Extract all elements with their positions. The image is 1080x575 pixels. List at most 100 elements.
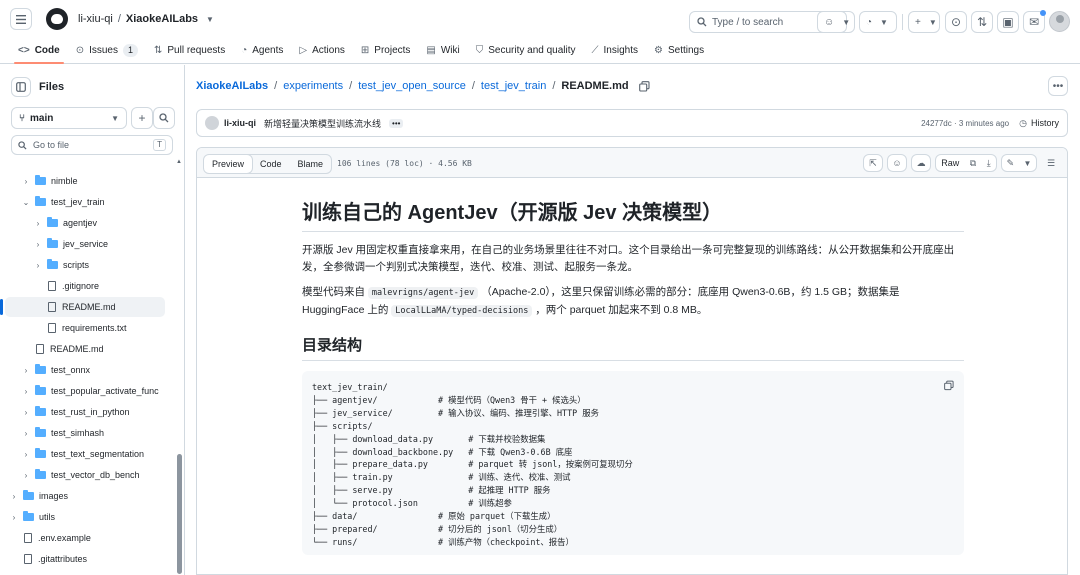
tab-preview[interactable]: Preview (204, 155, 254, 173)
tree-folder-item[interactable]: › test_onnx (5, 360, 165, 380)
tab-issues[interactable]: ⊙ Issues 1 (68, 38, 146, 63)
tree-file-item[interactable]: .env.example (5, 528, 165, 548)
open-symbols-icon[interactable]: ⇱ (863, 154, 883, 172)
tree-folder-item[interactable]: › test_text_segmentation (5, 444, 165, 464)
agents-menu-button[interactable]: ◔ ▼ (859, 11, 897, 33)
tree-folder-item[interactable]: › test_vector_db_bench (5, 465, 165, 485)
chevron-right-icon[interactable]: › (21, 366, 31, 375)
folder-icon (35, 406, 46, 416)
repositories-icon[interactable]: ▣ (997, 11, 1019, 33)
collapse-sidebar-icon[interactable] (11, 77, 31, 97)
sidebar-scrollbar[interactable]: ▲ (175, 159, 182, 575)
menu-icon[interactable] (10, 8, 32, 30)
go-to-file-placeholder: Go to file (33, 140, 70, 150)
copilot-button[interactable]: ☺ ▼ (817, 11, 855, 33)
tab-code[interactable]: <> Code (10, 38, 68, 64)
chevron-right-icon[interactable]: › (21, 471, 31, 480)
tree-folder-item[interactable]: › test_popular_activate_func (5, 381, 165, 401)
org-link[interactable]: XiaokeAILabs (126, 13, 198, 25)
tab-insights[interactable]: ⟋ Insights (584, 38, 646, 63)
breadcrumb-link[interactable]: experiments (283, 80, 343, 92)
tab-wiki[interactable]: ▤ Wiki (418, 38, 467, 63)
tree-file-item[interactable]: README.md (0, 297, 165, 317)
commit-author[interactable]: li-xiu-qi (224, 118, 256, 128)
tree-folder-item[interactable]: › nimble (5, 171, 165, 191)
tree-file-item[interactable]: .gitignore (5, 276, 165, 296)
tab-agents[interactable]: ◔ Agents (233, 38, 291, 63)
tab-label: Actions (312, 45, 345, 56)
file-breadcrumb: XiaokeAILabs / experiments / test_jev_op… (196, 80, 650, 92)
tree-file-item[interactable]: requirements.txt (5, 318, 165, 338)
issues-icon[interactable]: ⊙ (945, 11, 967, 33)
commit-sha-time[interactable]: 24277dc · 3 minutes ago (921, 119, 1009, 128)
user-avatar[interactable] (1049, 11, 1070, 32)
folder-icon (35, 364, 46, 374)
scroll-up-icon[interactable]: ▲ (176, 159, 182, 165)
tree-folder-item[interactable]: ⌄ test_jev_train (5, 192, 165, 212)
chevron-down-icon[interactable]: ▼ (206, 15, 214, 24)
tree-folder-item[interactable]: › agentjev (5, 213, 165, 233)
chevron-right-icon[interactable]: › (21, 177, 31, 186)
expand-commit-icon[interactable]: ••• (389, 118, 404, 128)
breadcrumb-link[interactable]: test_jev_train (481, 80, 546, 92)
copy-path-icon[interactable] (638, 80, 650, 92)
pencil-icon[interactable]: ✎ (1007, 158, 1015, 169)
copilot-icon[interactable]: ☺ (887, 154, 907, 172)
code-icon: <> (18, 45, 30, 56)
tab-security[interactable]: ⛉ Security and quality (468, 38, 584, 63)
folder-icon (35, 448, 46, 458)
chevron-right-icon[interactable]: › (33, 240, 43, 249)
tree-folder-item[interactable]: › jev_service (5, 234, 165, 254)
tab-settings[interactable]: ⚙ Settings (646, 38, 712, 63)
avatar[interactable] (205, 116, 219, 130)
chevron-down-icon[interactable]: ⌄ (21, 198, 31, 207)
section-heading: 环境 (302, 571, 964, 574)
scrollbar-thumb[interactable] (177, 454, 182, 574)
tree-item-label: test_simhash (51, 428, 105, 438)
chevron-right-icon[interactable]: › (21, 387, 31, 396)
create-new-button[interactable]: + ▼ (908, 11, 940, 33)
breadcrumb-link[interactable]: test_jev_open_source (358, 80, 466, 92)
chevron-right-icon[interactable]: › (21, 429, 31, 438)
cloud-icon[interactable]: ☁ (911, 154, 931, 172)
chevron-right-icon[interactable]: › (21, 408, 31, 417)
chevron-right-icon[interactable]: › (9, 513, 19, 522)
copy-raw-icon[interactable]: ⧉ (970, 158, 976, 169)
tab-code-view[interactable]: Code (252, 155, 290, 173)
tree-folder-item[interactable]: › test_simhash (5, 423, 165, 443)
file-icon (48, 302, 56, 312)
chevron-right-icon[interactable]: › (21, 450, 31, 459)
tree-file-item[interactable]: README.md (5, 339, 165, 359)
tree-folder-item[interactable]: › images (5, 486, 165, 506)
copy-icon[interactable] (944, 380, 954, 391)
tree-folder-item[interactable]: › utils (5, 507, 165, 527)
history-button[interactable]: ◷ History (1019, 118, 1059, 129)
download-icon[interactable]: ⤓ (987, 158, 991, 169)
tree-item-label: test_rust_in_python (51, 407, 130, 417)
go-to-file-input[interactable]: Go to file T (11, 135, 173, 155)
folder-icon (47, 217, 58, 227)
chevron-right-icon[interactable]: › (33, 219, 43, 228)
tab-pull-requests[interactable]: ⇅ Pull requests (146, 38, 233, 63)
chevron-down-icon[interactable]: ▼ (1023, 159, 1031, 168)
branch-selector[interactable]: ⑂ main ▼ (11, 107, 127, 129)
commit-message[interactable]: 新增轻量决策模型训练流水线 (264, 117, 381, 130)
folder-icon (35, 427, 46, 437)
tab-actions[interactable]: ▷ Actions (291, 38, 353, 63)
tree-folder-item[interactable]: › scripts (5, 255, 165, 275)
chevron-right-icon[interactable]: › (33, 261, 43, 270)
chevron-right-icon[interactable]: › (9, 492, 19, 501)
search-files-button[interactable] (153, 107, 175, 129)
raw-button[interactable]: Raw (941, 158, 959, 168)
tree-file-item[interactable]: .gitattributes (5, 549, 165, 569)
github-logo-icon[interactable] (46, 8, 68, 30)
tab-projects[interactable]: ⊞ Projects (353, 38, 419, 63)
breadcrumb-link[interactable]: XiaokeAILabs (196, 80, 268, 92)
more-options-icon[interactable]: ••• (1048, 76, 1068, 96)
owner-link[interactable]: li-xiu-qi (78, 13, 113, 25)
add-file-button[interactable]: + (131, 107, 153, 129)
tree-folder-item[interactable]: › test_rust_in_python (5, 402, 165, 422)
pull-requests-icon[interactable]: ⇅ (971, 11, 993, 33)
tab-blame[interactable]: Blame (290, 155, 332, 173)
outline-icon[interactable]: ☰ (1041, 154, 1061, 172)
